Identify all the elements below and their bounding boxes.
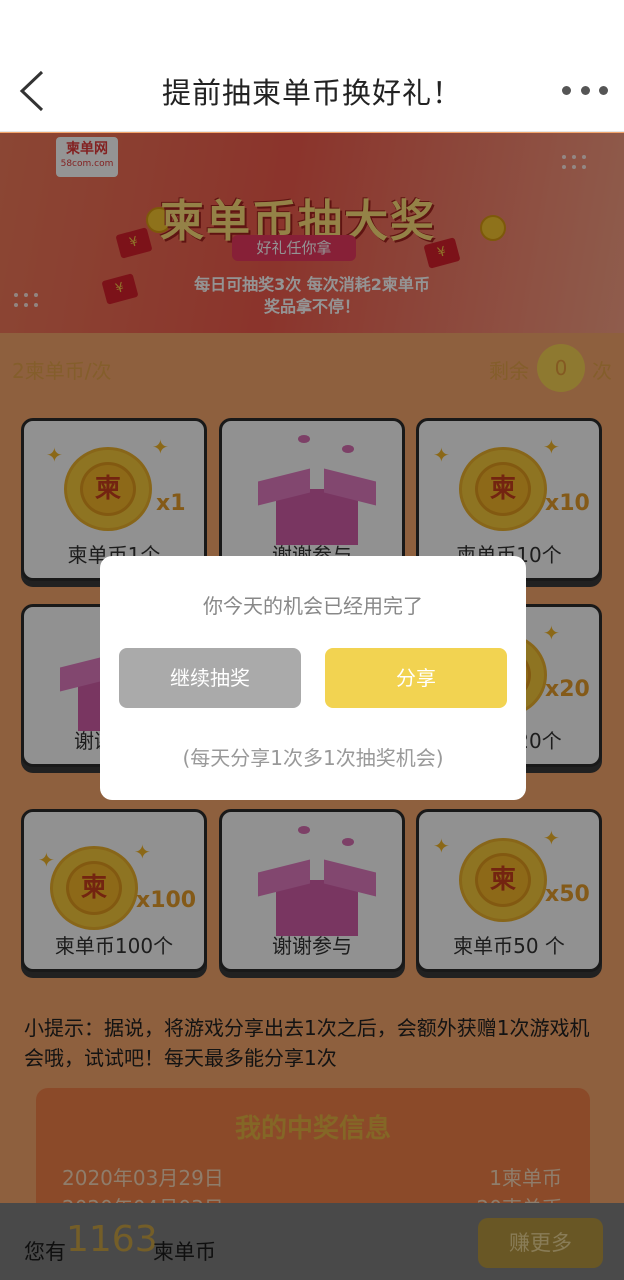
status-bar <box>0 0 624 50</box>
more-dot-icon <box>599 85 608 95</box>
no-chances-dialog: 你今天的机会已经用完了 继续抽奖 分享 (每天分享1次多1次抽奖机会) <box>100 556 526 800</box>
title-bar: 提前抽柬单币换好礼！ <box>0 50 624 132</box>
more-dot-icon <box>562 85 571 95</box>
dialog-message: 你今天的机会已经用完了 <box>203 594 423 618</box>
share-button[interactable]: 分享 <box>325 648 507 708</box>
more-dot-icon <box>580 85 590 95</box>
page-title: 提前抽柬单币换好礼！ <box>161 76 462 110</box>
more-options-button[interactable] <box>562 80 608 100</box>
continue-draw-button[interactable]: 继续抽奖 <box>119 648 301 708</box>
dialog-note: (每天分享1次多1次抽奖机会) <box>182 746 444 770</box>
